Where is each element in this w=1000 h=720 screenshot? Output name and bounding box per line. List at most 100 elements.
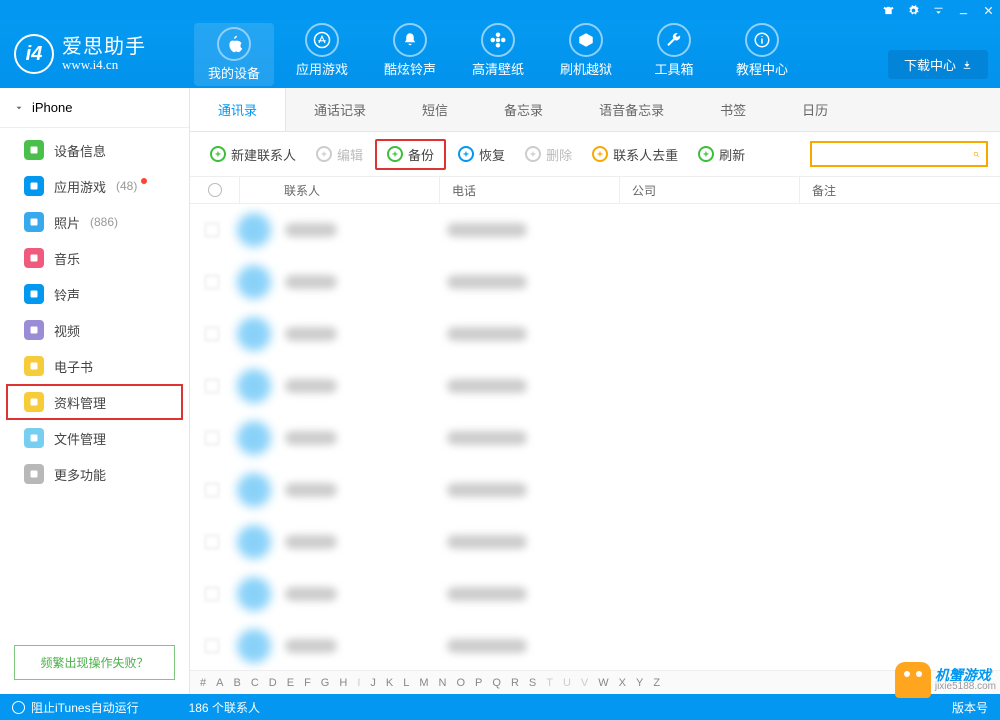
- topnav-bell[interactable]: 酷炫铃声: [366, 23, 454, 86]
- search-icon: [973, 147, 980, 162]
- col-contact[interactable]: 联系人: [240, 177, 440, 203]
- search-input[interactable]: [818, 147, 973, 161]
- alpha-letter[interactable]: V: [581, 677, 588, 689]
- contact-row[interactable]: [190, 204, 1000, 256]
- topnav-info[interactable]: 教程中心: [718, 23, 806, 86]
- alpha-letter[interactable]: Z: [653, 677, 660, 689]
- help-link[interactable]: 频繁出现操作失败？: [14, 645, 175, 680]
- alpha-letter[interactable]: #: [200, 677, 206, 689]
- toolbar-dedup-button[interactable]: 联系人去重: [584, 141, 686, 168]
- table-header: 联系人 电话 公司 备注: [190, 176, 1000, 204]
- alpha-letter[interactable]: D: [269, 677, 277, 689]
- sidebar-item[interactable]: 设备信息: [0, 132, 189, 168]
- sidebar-item[interactable]: 铃声: [0, 276, 189, 312]
- alpha-letter[interactable]: H: [339, 677, 347, 689]
- subtab[interactable]: 备忘录: [476, 88, 571, 131]
- alpha-letter[interactable]: L: [403, 677, 409, 689]
- toolbar-refresh-button[interactable]: 刷新: [690, 141, 753, 168]
- alpha-letter[interactable]: G: [321, 677, 330, 689]
- topnav-flower[interactable]: 高清壁纸: [454, 23, 542, 86]
- box-icon: [577, 31, 595, 49]
- subtab[interactable]: 短信: [394, 88, 476, 131]
- alpha-letter[interactable]: S: [529, 677, 536, 689]
- alpha-letter[interactable]: R: [511, 677, 519, 689]
- alpha-letter[interactable]: I: [357, 677, 360, 689]
- contact-list: [190, 204, 1000, 670]
- sidebar-item[interactable]: 电子书: [0, 348, 189, 384]
- alpha-letter[interactable]: W: [598, 677, 608, 689]
- brand-name: 爱思助手: [62, 36, 146, 58]
- alpha-letter[interactable]: J: [370, 677, 376, 689]
- toolbar-delete-button: 删除: [517, 141, 580, 168]
- alpha-letter[interactable]: B: [233, 677, 240, 689]
- skin-icon[interactable]: [883, 5, 894, 16]
- sidebar-item[interactable]: 音乐: [0, 240, 189, 276]
- col-company[interactable]: 公司: [620, 177, 800, 203]
- alpha-letter[interactable]: K: [386, 677, 393, 689]
- main-panel: 通讯录通话记录短信备忘录语音备忘录书签日历 新建联系人编辑备份恢复删除联系人去重…: [190, 88, 1000, 694]
- alpha-letter[interactable]: N: [439, 677, 447, 689]
- gear-icon[interactable]: [908, 5, 919, 16]
- contact-row[interactable]: [190, 464, 1000, 516]
- version-label: 版本号: [952, 699, 988, 716]
- alpha-letter[interactable]: M: [419, 677, 428, 689]
- info-icon: [753, 31, 771, 49]
- alpha-letter[interactable]: E: [287, 677, 294, 689]
- device-selector[interactable]: iPhone: [0, 88, 189, 128]
- col-notes[interactable]: 备注: [800, 177, 1000, 203]
- alpha-letter[interactable]: A: [216, 677, 223, 689]
- logo-icon: i4: [14, 34, 54, 74]
- alpha-letter[interactable]: C: [251, 677, 259, 689]
- brand-url: www.i4.cn: [62, 58, 146, 72]
- status-bar: 阻止iTunes自动运行 186 个联系人 版本号: [0, 694, 1000, 720]
- alpha-letter[interactable]: Y: [636, 677, 643, 689]
- sidebar-item[interactable]: 文件管理: [0, 420, 189, 456]
- search-box[interactable]: [810, 141, 988, 167]
- subtab[interactable]: 语音备忘录: [571, 88, 692, 131]
- sidebar-item[interactable]: 资料管理: [6, 384, 183, 420]
- alpha-letter[interactable]: U: [563, 677, 571, 689]
- contact-row[interactable]: [190, 412, 1000, 464]
- download-center-button[interactable]: 下载中心: [888, 50, 988, 79]
- subtab[interactable]: 书签: [692, 88, 774, 131]
- sub-tabs: 通讯录通话记录短信备忘录语音备忘录书签日历: [190, 88, 1000, 132]
- toolbar-backup-button[interactable]: 备份: [375, 139, 446, 170]
- contact-row[interactable]: [190, 516, 1000, 568]
- contact-row[interactable]: [190, 308, 1000, 360]
- alpha-letter[interactable]: X: [619, 677, 626, 689]
- topnav-wrench[interactable]: 工具箱: [630, 23, 718, 86]
- select-all-checkbox[interactable]: [208, 183, 222, 197]
- close-icon[interactable]: [983, 5, 994, 16]
- contact-row[interactable]: [190, 256, 1000, 308]
- contact-row[interactable]: [190, 620, 1000, 670]
- alpha-letter[interactable]: O: [456, 677, 465, 689]
- toolbar-restore-button[interactable]: 恢复: [450, 141, 513, 168]
- alpha-letter[interactable]: F: [304, 677, 311, 689]
- alpha-index: # ABCDEFGHIJKLMNOPQRSTUVWXYZ: [190, 670, 1000, 694]
- sidebar-item[interactable]: 更多功能: [0, 456, 189, 492]
- alpha-letter[interactable]: P: [475, 677, 482, 689]
- dropdown-icon[interactable]: [933, 5, 944, 16]
- contact-row[interactable]: [190, 568, 1000, 620]
- topnav-box[interactable]: 刷机越狱: [542, 23, 630, 86]
- topnav-appstore[interactable]: 应用游戏: [278, 23, 366, 86]
- minimize-icon[interactable]: [958, 5, 969, 16]
- block-itunes-toggle[interactable]: 阻止iTunes自动运行: [12, 699, 139, 716]
- subtab[interactable]: 通讯录: [190, 88, 286, 131]
- col-phone[interactable]: 电话: [440, 177, 620, 203]
- subtab[interactable]: 日历: [774, 88, 856, 131]
- topnav-apple[interactable]: 我的设备: [194, 23, 274, 86]
- brand-logo: i4 爱思助手 www.i4.cn: [0, 34, 190, 74]
- contact-count: 186 个联系人: [189, 699, 260, 716]
- sidebar-item[interactable]: 照片(886): [0, 204, 189, 240]
- toolbar-edit-button: 编辑: [308, 141, 371, 168]
- alpha-letter[interactable]: Q: [492, 677, 501, 689]
- alpha-letter[interactable]: T: [546, 677, 553, 689]
- subtab[interactable]: 通话记录: [286, 88, 394, 131]
- appstore-icon: [313, 31, 331, 49]
- sidebar-item[interactable]: 应用游戏(48): [0, 168, 189, 204]
- sidebar-item[interactable]: 视频: [0, 312, 189, 348]
- toolbar-plus-button[interactable]: 新建联系人: [202, 141, 304, 168]
- bell-icon: [401, 31, 419, 49]
- contact-row[interactable]: [190, 360, 1000, 412]
